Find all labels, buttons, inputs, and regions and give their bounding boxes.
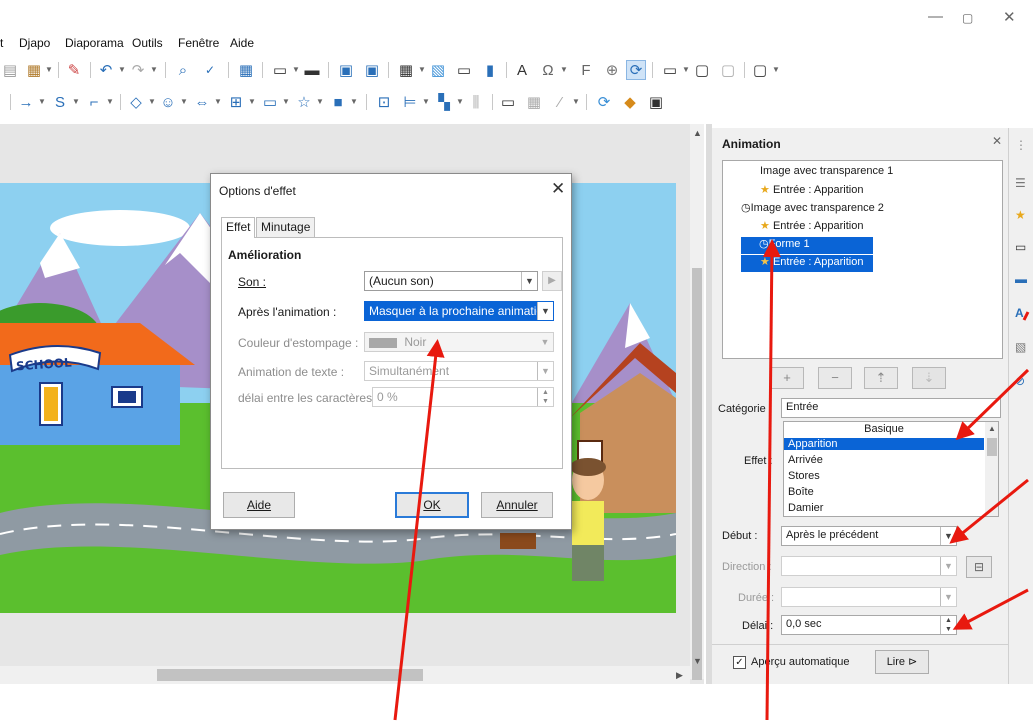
annotation-arrows bbox=[393, 239, 1030, 721]
annotation-arrow bbox=[955, 368, 1030, 441]
annotation-arrow bbox=[952, 588, 1029, 630]
annotation-arrow bbox=[762, 239, 781, 721]
annotation-arrow bbox=[393, 339, 445, 721]
annotation-arrow bbox=[949, 478, 1029, 544]
annotation-arrow bbox=[1022, 311, 1030, 321]
tab-effet[interactable]: Effet bbox=[221, 217, 256, 238]
